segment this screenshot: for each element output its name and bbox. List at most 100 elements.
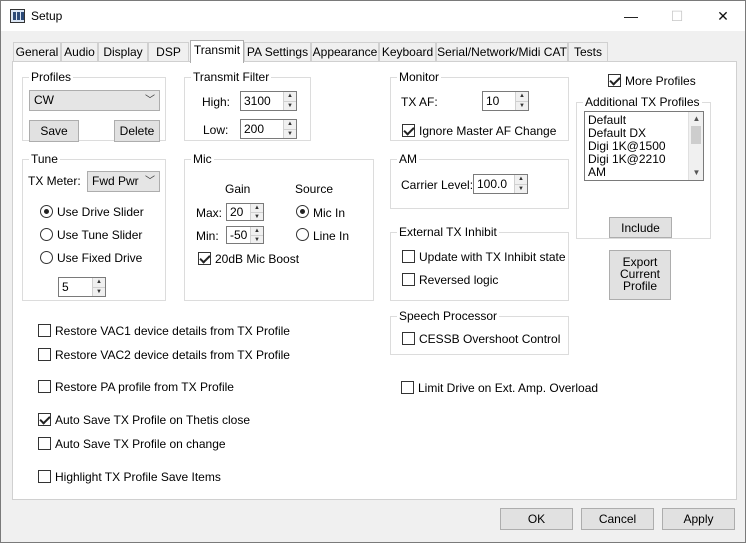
export-current-profile-button[interactable]: Export Current Profile	[609, 250, 671, 300]
mic-title: Mic	[191, 152, 214, 166]
cessb-checkbox[interactable]	[402, 332, 415, 345]
tab-audio[interactable]: Audio	[61, 42, 98, 62]
mic-boost-checkbox[interactable]	[198, 252, 211, 265]
mic-max-value: 20	[230, 205, 244, 219]
use-tune-slider-radio[interactable]	[40, 228, 53, 241]
tx-meter-value: Fwd Pwr	[92, 174, 139, 188]
window-title: Setup	[31, 9, 63, 23]
ignore-master-af-checkbox[interactable]	[402, 124, 415, 137]
mic-in-label: Mic In	[313, 206, 346, 220]
auto-save-change-checkbox[interactable]	[38, 437, 51, 450]
spin-up-icon[interactable]: ▲	[283, 92, 296, 101]
restore-vac2-label: Restore VAC2 device details from TX Prof…	[55, 348, 290, 362]
spin-up-icon[interactable]: ▲	[250, 204, 263, 212]
setup-window: Setup — ☐ ✕ General Audio Display DSP Tr…	[0, 0, 746, 543]
tab-transmit[interactable]: Transmit	[190, 40, 244, 63]
profiles-title: Profiles	[29, 70, 74, 84]
save-button[interactable]: Save	[29, 120, 79, 142]
tx-af-label: TX AF:	[401, 95, 438, 109]
profile-select-value: CW	[34, 93, 54, 107]
spin-down-icon[interactable]: ▼	[514, 184, 527, 193]
use-tune-slider-label: Use Tune Slider	[57, 228, 143, 242]
carrier-level-spinner[interactable]: 100.0 ▲ ▼	[473, 174, 528, 194]
tab-appearance[interactable]: Appearance	[311, 42, 379, 62]
reversed-logic-checkbox[interactable]	[402, 273, 415, 286]
carrier-level-value: 100.0	[477, 177, 508, 191]
restore-vac1-checkbox[interactable]	[38, 324, 51, 337]
tab-dsp[interactable]: DSP	[148, 42, 189, 62]
spin-down-icon[interactable]: ▼	[92, 287, 105, 296]
scroll-down-icon[interactable]: ▼	[689, 166, 703, 180]
highlight-save-items-checkbox[interactable]	[38, 470, 51, 483]
limit-drive-checkbox[interactable]	[401, 381, 414, 394]
profiles-group: Profiles CW ﹀ Save Delete	[22, 70, 166, 142]
line-in-label: Line In	[313, 229, 350, 243]
mic-in-radio[interactable]	[296, 205, 309, 218]
list-item[interactable]: AM	[588, 166, 606, 179]
auto-save-change-label: Auto Save TX Profile on change	[55, 437, 226, 451]
low-label: Low:	[203, 123, 229, 137]
spin-up-icon[interactable]: ▲	[283, 120, 296, 129]
update-tx-inhibit-checkbox[interactable]	[402, 250, 415, 263]
mic-max-spinner[interactable]: 20 ▲ ▼	[226, 203, 264, 221]
tune-title: Tune	[29, 152, 60, 166]
apply-button[interactable]: Apply	[662, 508, 735, 530]
mic-boost-label: 20dB Mic Boost	[215, 252, 300, 266]
cancel-button[interactable]: Cancel	[581, 508, 654, 530]
spin-down-icon[interactable]: ▼	[250, 235, 263, 243]
minimize-button[interactable]: —	[608, 1, 654, 31]
ok-button[interactable]: OK	[500, 508, 573, 530]
low-filter-value: 200	[244, 122, 265, 136]
spin-up-icon[interactable]: ▲	[92, 278, 105, 287]
use-fixed-drive-radio[interactable]	[40, 251, 53, 264]
spin-down-icon[interactable]: ▼	[515, 101, 528, 110]
use-fixed-drive-label: Use Fixed Drive	[57, 251, 143, 265]
more-profiles-checkbox[interactable]	[608, 74, 621, 87]
transmit-filter-title: Transmit Filter	[191, 70, 272, 84]
include-button[interactable]: Include	[609, 217, 672, 238]
tab-tests[interactable]: Tests	[568, 42, 608, 62]
high-filter-value: 3100	[244, 94, 271, 108]
high-filter-spinner[interactable]: 3100 ▲ ▼	[240, 91, 297, 111]
fixed-drive-spinner[interactable]: 5 ▲ ▼	[58, 277, 106, 297]
cessb-label: CESSB Overshoot Control	[419, 332, 561, 346]
close-button[interactable]: ✕	[700, 1, 746, 31]
tx-meter-label: TX Meter:	[28, 174, 81, 188]
tab-keyboard[interactable]: Keyboard	[379, 42, 436, 62]
restore-vac2-checkbox[interactable]	[38, 348, 51, 361]
spin-down-icon[interactable]: ▼	[283, 101, 296, 110]
use-drive-slider-radio[interactable]	[40, 205, 53, 218]
low-filter-spinner[interactable]: 200 ▲ ▼	[240, 119, 297, 139]
profile-select[interactable]: CW ﹀	[29, 90, 160, 111]
transmit-panel: Profiles CW ﹀ Save Delete Tune TX Meter:…	[12, 61, 737, 500]
scroll-thumb[interactable]	[691, 126, 701, 144]
delete-button[interactable]: Delete	[114, 120, 160, 142]
auto-save-close-checkbox[interactable]	[38, 413, 51, 426]
maximize-button[interactable]: ☐	[654, 1, 700, 31]
tab-display[interactable]: Display	[98, 42, 148, 62]
spin-down-icon[interactable]: ▼	[283, 129, 296, 138]
tab-pa-settings[interactable]: PA Settings	[244, 42, 311, 62]
spin-down-icon[interactable]: ▼	[250, 212, 263, 220]
mic-group: Mic Gain Source Max: 20 ▲ ▼ Min: -50 ▲ ▼…	[184, 152, 374, 301]
tx-af-spinner[interactable]: 10 ▲ ▼	[482, 91, 529, 111]
mic-min-spinner[interactable]: -50 ▲ ▼	[226, 226, 264, 244]
scroll-up-icon[interactable]: ▲	[689, 112, 703, 126]
fixed-drive-value: 5	[62, 280, 69, 294]
spin-up-icon[interactable]: ▲	[250, 227, 263, 235]
export-line-3: Profile	[622, 279, 657, 293]
tx-meter-select[interactable]: Fwd Pwr ﹀	[87, 171, 160, 192]
tab-serial-network-midi-cat[interactable]: Serial/Network/Midi CAT	[436, 42, 568, 62]
tab-general[interactable]: General	[13, 42, 61, 62]
spin-up-icon[interactable]: ▲	[515, 92, 528, 101]
chevron-down-icon: ﹀	[145, 176, 155, 187]
line-in-radio[interactable]	[296, 228, 309, 241]
list-scrollbar[interactable]: ▲ ▼	[688, 112, 703, 180]
more-profiles-label: More Profiles	[625, 74, 696, 88]
spin-up-icon[interactable]: ▲	[514, 175, 527, 184]
highlight-save-items-label: Highlight TX Profile Save Items	[55, 470, 221, 484]
restore-pa-profile-checkbox[interactable]	[38, 380, 51, 393]
additional-profiles-list[interactable]: Default Default DX Digi 1K@1500 Digi 1K@…	[584, 111, 704, 181]
app-icon	[10, 9, 25, 23]
speech-processor-title: Speech Processor	[397, 309, 500, 323]
